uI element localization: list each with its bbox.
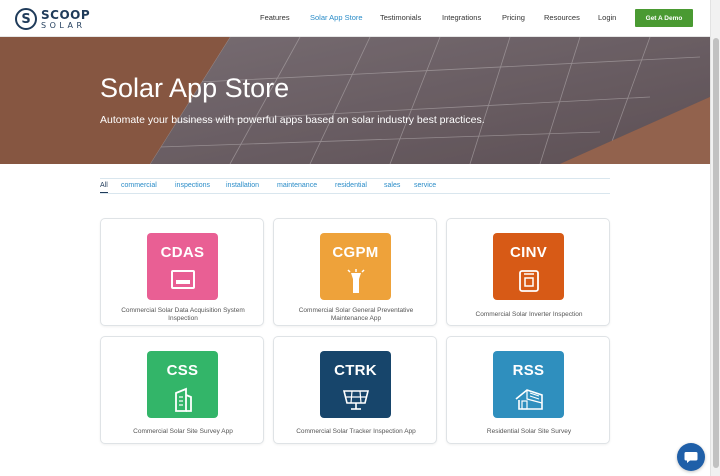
chat-launcher-button[interactable] (677, 443, 705, 471)
page-scrollbar[interactable] (710, 0, 720, 476)
hero-banner: Solar App Store Automate your business w… (0, 37, 710, 164)
app-tile: CSS (147, 351, 218, 418)
solar-panel-icon (320, 387, 391, 411)
app-code: CDAS (160, 244, 205, 261)
filter-commercial[interactable]: commercial (121, 182, 157, 189)
filter-residential[interactable]: residential (335, 182, 367, 189)
category-filter-bar: All commercial inspections installation … (100, 178, 610, 194)
page-subtitle: Automate your business with powerful app… (100, 114, 485, 126)
nav-testimonials[interactable]: Testimonials (380, 13, 421, 22)
app-description: Commercial Solar Data Acquisition System… (121, 307, 245, 322)
app-card-cgpm[interactable]: CGPM Commercial Solar General Preventati… (273, 218, 437, 326)
app-tile: RSS (493, 351, 564, 418)
filter-inspections[interactable]: inspections (175, 182, 210, 189)
inverter-icon (493, 269, 564, 293)
app-description: Residential Solar Site Survey (486, 428, 572, 435)
app-description: Commercial Solar General Preventative Ma… (298, 307, 414, 322)
filter-sales[interactable]: sales (384, 182, 400, 189)
scoop-solar-logo[interactable]: S SCOOP SOLAR (15, 6, 90, 32)
nav-integrations[interactable]: Integrations (442, 13, 481, 22)
nav-pricing[interactable]: Pricing (502, 13, 525, 22)
chat-bubble-icon (684, 451, 698, 463)
nav-solar-app-store[interactable]: Solar App Store (310, 13, 363, 22)
app-card-css[interactable]: CSS Commercial Solar Site Survey App (100, 336, 264, 444)
filter-all[interactable]: All (100, 182, 108, 193)
logo-wordmark-top: SCOOP (41, 7, 91, 22)
app-code: CSS (166, 362, 199, 379)
filter-maintenance[interactable]: maintenance (277, 182, 317, 189)
app-description: Commercial Solar Site Survey App (133, 428, 233, 435)
building-icon (147, 387, 218, 413)
app-tile: CGPM (320, 233, 391, 300)
app-tile: CINV (493, 233, 564, 300)
filter-service[interactable]: service (414, 182, 436, 189)
site-header: S SCOOP SOLAR Features Solar App Store T… (0, 0, 720, 37)
app-card-rss[interactable]: RSS Residential Solar Site Survey (446, 336, 610, 444)
app-card-cinv[interactable]: CINV Commercial Solar Inverter Inspectio… (446, 218, 610, 326)
get-a-demo-button[interactable]: Get A Demo (635, 9, 693, 27)
flashlight-icon (320, 269, 391, 295)
logo-wordmark-bottom: SOLAR (41, 20, 86, 30)
house-icon (493, 387, 564, 413)
app-card-ctrk[interactable]: CTRK Commercial Solar Tracker Inspection… (273, 336, 437, 444)
app-code: RSS (512, 362, 545, 379)
nav-resources[interactable]: Resources (544, 13, 580, 22)
app-tile: CDAS (147, 233, 218, 300)
nav-login[interactable]: Login (598, 13, 616, 22)
scrollbar-thumb[interactable] (713, 38, 719, 468)
app-code: CINV (509, 244, 548, 261)
app-description: Commercial Solar Inverter Inspection (475, 311, 583, 318)
logo-mark-icon: S (15, 8, 37, 30)
filter-installation[interactable]: installation (226, 182, 259, 189)
app-code: CTRK (334, 362, 377, 379)
page-title: Solar App Store (100, 73, 290, 103)
app-tile: CTRK (320, 351, 391, 418)
app-description: Commercial Solar Tracker Inspection App (296, 428, 416, 435)
app-code: CGPM (332, 244, 379, 261)
app-card-cdas[interactable]: CDAS Commercial Solar Data Acquisition S… (100, 218, 264, 326)
nav-features[interactable]: Features (260, 13, 290, 22)
monitor-icon (147, 269, 218, 291)
